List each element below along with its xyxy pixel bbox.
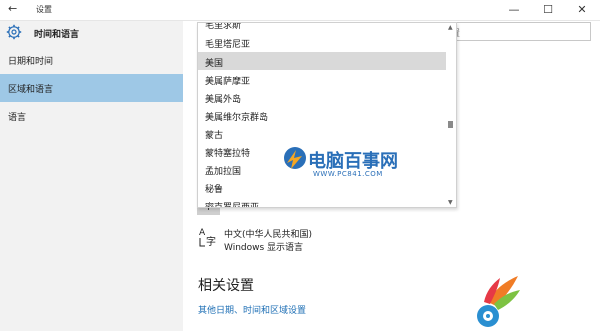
sidebar-header[interactable]: 时间和语言 bbox=[0, 21, 183, 45]
sidebar-item-label: 区域和语言 bbox=[8, 85, 54, 95]
scroll-down-icon[interactable]: ▼ bbox=[448, 199, 453, 206]
list-item-selected[interactable]: 美国 bbox=[198, 52, 446, 70]
sidebar-item-label: 日期和时间 bbox=[8, 57, 54, 67]
back-arrow-icon[interactable]: ← bbox=[8, 3, 20, 15]
language-sublabel: Windows 显示语言 bbox=[224, 243, 304, 253]
language-icon: A 字 bbox=[199, 228, 216, 248]
sidebar-item-speech[interactable]: 语言 bbox=[0, 102, 183, 130]
sidebar-title: 时间和语言 bbox=[34, 30, 80, 40]
close-button[interactable]: ✕ bbox=[565, 0, 599, 20]
svg-text:字: 字 bbox=[206, 235, 216, 248]
corner-badge-icon bbox=[477, 276, 520, 327]
list-item[interactable]: 美属萨摩亚 bbox=[198, 70, 446, 88]
list-item[interactable]: 蒙古 bbox=[198, 124, 446, 142]
scrollbar-thumb[interactable] bbox=[448, 121, 453, 128]
minimize-button[interactable]: — bbox=[497, 0, 531, 20]
related-settings-heading: 相关设置 bbox=[198, 278, 254, 294]
language-name[interactable]: 中文(中华人民共和国) bbox=[224, 227, 312, 240]
sidebar-item-label: 语言 bbox=[8, 113, 27, 123]
sidebar-item-region-language[interactable]: 区域和语言 bbox=[0, 74, 183, 102]
dropdown-scrollbar[interactable]: ▲ ▼ bbox=[446, 23, 456, 207]
maximize-button[interactable]: ☐ bbox=[531, 0, 565, 20]
window-title: 设置 bbox=[36, 5, 52, 14]
additional-settings-link[interactable]: 其他日期、时间和区域设置 bbox=[198, 303, 306, 316]
list-item[interactable]: 美属维尔京群岛 bbox=[198, 106, 446, 124]
brand-watermark-url: WWW.PC841.COM bbox=[313, 170, 383, 178]
sidebar: 时间和语言 日期和时间 区域和语言 语言 bbox=[0, 21, 183, 331]
list-item[interactable]: 毛里求斯 bbox=[198, 23, 446, 32]
list-item[interactable]: 毛里塔尼亚 bbox=[198, 33, 446, 51]
gear-icon bbox=[6, 24, 22, 40]
list-item[interactable]: 美属外岛 bbox=[198, 88, 446, 106]
svg-text:A: A bbox=[199, 228, 206, 238]
title-bar: ← 设置 — ☐ ✕ bbox=[0, 0, 600, 21]
sidebar-item-date-time[interactable]: 日期和时间 bbox=[0, 46, 183, 74]
list-item[interactable]: 密克罗尼西亚 bbox=[198, 196, 446, 207]
scroll-up-icon[interactable]: ▲ bbox=[448, 24, 453, 31]
